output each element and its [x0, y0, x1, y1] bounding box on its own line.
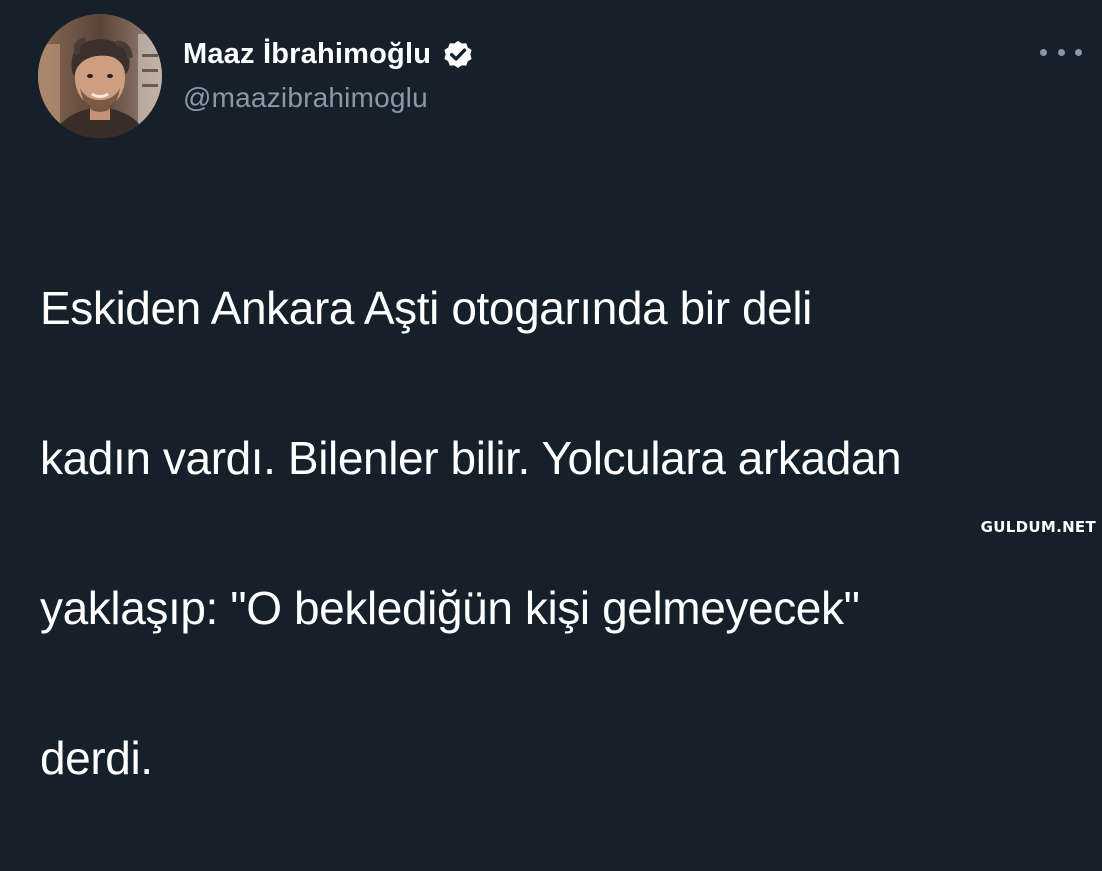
- verified-badge-icon: [444, 40, 472, 69]
- tweet-text-line: yaklaşıp: "O beklediğün kişi gelmeyecek": [40, 582, 860, 634]
- tweet-text: Eskiden Ankara Aşti otogarında bir deli …: [40, 196, 1080, 871]
- more-options-button[interactable]: [1040, 42, 1082, 62]
- tweet-card: Maaz İbrahimoğlu @maazibrahimoglu Eskide…: [0, 0, 1102, 784]
- more-horizontal-icon: [1040, 48, 1047, 56]
- more-horizontal-icon-dot: [1075, 48, 1082, 56]
- more-horizontal-icon-dot: [1057, 48, 1065, 56]
- avatar-photo: [38, 14, 162, 138]
- tweet-text-line: derdi.: [40, 732, 153, 784]
- author-name-row[interactable]: Maaz İbrahimoğlu: [183, 34, 475, 74]
- site-watermark: GULDUM.NET: [980, 518, 1096, 536]
- author-handle[interactable]: @maazibrahimoglu: [183, 82, 428, 114]
- tweet-text-line: kadın vardı. Bilenler bilir. Yolculara a…: [40, 432, 902, 484]
- tweet-text-line: Eskiden Ankara Aşti otogarında bir deli: [40, 282, 812, 334]
- author-display-name[interactable]: Maaz İbrahimoğlu: [183, 38, 431, 71]
- author-avatar[interactable]: [38, 14, 162, 138]
